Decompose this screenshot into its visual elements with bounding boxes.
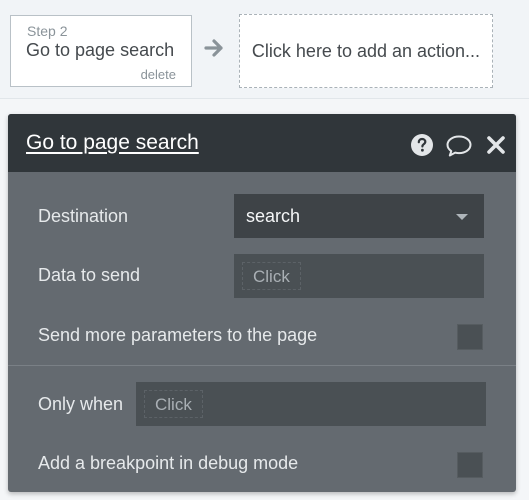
data-to-send-field[interactable]: Click: [234, 254, 484, 298]
breakpoint-checkbox[interactable]: [457, 452, 483, 478]
step-title[interactable]: Go to page search: [26, 40, 174, 61]
destination-value: search: [246, 206, 301, 226]
chevron-down-icon: [456, 214, 468, 220]
destination-label: Destination: [38, 206, 129, 226]
delete-step-link[interactable]: delete: [141, 67, 176, 82]
panel-header: Go to page search: [8, 114, 516, 172]
only-when-placeholder[interactable]: Click: [144, 390, 203, 418]
workflow-strip: Step 2 Go to page search delete Click he…: [0, 0, 529, 99]
arrow-right-icon: [204, 39, 223, 57]
speech-bubble-icon[interactable]: [445, 134, 473, 158]
section-divider: [8, 365, 516, 366]
step-card[interactable]: Step 2 Go to page search delete: [10, 15, 192, 87]
add-action-button[interactable]: Click here to add an action...: [239, 14, 493, 88]
data-to-send-label: Data to send: [38, 265, 141, 285]
step-number: Step 2: [27, 23, 68, 39]
send-more-params-checkbox[interactable]: [457, 324, 483, 350]
breakpoint-label: Add a breakpoint in debug mode: [38, 453, 299, 473]
close-x-icon[interactable]: [486, 135, 506, 155]
only-when-field[interactable]: Click: [136, 382, 486, 426]
question-circle-icon[interactable]: [410, 133, 434, 157]
destination-dropdown[interactable]: search: [234, 194, 484, 238]
send-more-params-label: Send more parameters to the page: [38, 325, 318, 345]
only-when-label: Only when: [38, 394, 124, 414]
action-property-panel: Go to page search Destination search Dat…: [8, 114, 516, 492]
panel-title[interactable]: Go to page search: [26, 131, 199, 155]
data-to-send-placeholder[interactable]: Click: [242, 262, 301, 290]
